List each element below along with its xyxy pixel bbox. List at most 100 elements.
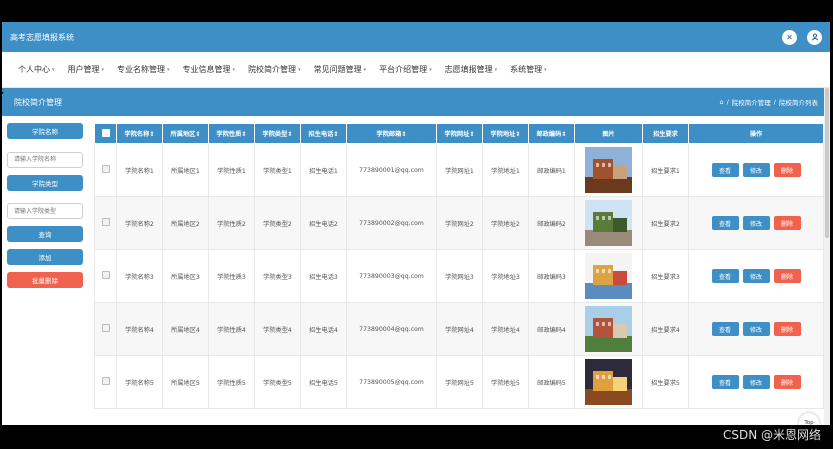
table-cell: 773890005@qq.com (346, 355, 437, 409)
table-cell: 773890004@qq.com (346, 302, 437, 356)
column-header[interactable]: 招生电话⇕ (300, 123, 347, 144)
edit-button[interactable]: 修改 (742, 322, 770, 336)
actions-cell: 查看 修改 删除 (688, 249, 824, 303)
edit-button[interactable]: 修改 (742, 375, 770, 389)
chevron-down-icon: ▾ (298, 66, 301, 73)
view-button[interactable]: 查看 (711, 269, 739, 283)
row-checkbox[interactable] (101, 271, 110, 279)
table-cell: 学院名称4 (116, 302, 163, 356)
row-select-cell[interactable] (94, 249, 117, 303)
nav-item[interactable]: 常见问题管理 ▾ (314, 64, 367, 75)
table-cell: 招生要求4 (642, 302, 689, 356)
table-cell: 招生要求1 (642, 143, 689, 197)
type-search-input[interactable] (7, 203, 83, 219)
table-cell: 学院名称3 (116, 249, 163, 303)
row-checkbox[interactable] (101, 324, 110, 332)
row-actions: 查看 修改 删除 (690, 269, 823, 283)
name-search-input[interactable] (7, 151, 83, 168)
delete-button[interactable]: 删除 (773, 375, 801, 389)
page-title: 院校简介管理 (14, 97, 62, 107)
table-cell: 学院地址1 (482, 143, 529, 197)
table-cell: 招生电话1 (300, 143, 347, 197)
app-title: 高考志愿填报系统 (10, 32, 74, 42)
nav-item[interactable]: 志愿填报管理 ▾ (445, 64, 498, 75)
table-cell: 招生电话4 (300, 302, 347, 356)
column-header[interactable]: 邮政编码⇕ (528, 123, 575, 144)
view-button[interactable]: 查看 (711, 322, 739, 336)
nav-item[interactable]: 个人中心 ▾ (18, 64, 55, 75)
column-header[interactable]: 学院类型⇕ (254, 123, 301, 144)
chevron-down-icon: ▾ (167, 66, 170, 73)
search-button[interactable]: 查询 (7, 226, 83, 242)
table-cell: 学院名称5 (116, 355, 163, 409)
delete-button[interactable]: 删除 (773, 322, 801, 336)
table-cell: 所属地区3 (162, 249, 209, 303)
table-row: 学院名称3 所属地区3 学院性质3 学院类型3 招生电话3 773890003@qq.co… (94, 249, 824, 303)
select-all-checkbox[interactable] (101, 128, 110, 137)
delete-button[interactable]: 删除 (773, 163, 801, 177)
edit-button[interactable]: 修改 (742, 269, 770, 283)
table-cell: 招生要求5 (642, 355, 689, 409)
column-header: 图片 (574, 123, 643, 144)
column-header[interactable]: 所属地区⇕ (162, 123, 209, 144)
table-cell: 学院名称1 (116, 143, 163, 197)
table-cell: 773890003@qq.com (346, 249, 437, 303)
column-header[interactable]: 学院网址⇕ (436, 123, 483, 144)
column-header: 招生要求 (642, 123, 689, 144)
edit-button[interactable]: 修改 (742, 163, 770, 177)
table-cell: 学院网址5 (436, 355, 483, 409)
scrollbar[interactable] (824, 88, 830, 425)
column-header[interactable]: 学院性质⇕ (208, 123, 255, 144)
watermark: CSDN @米恩网络 (722, 428, 821, 442)
chevron-down-icon: ▾ (544, 66, 547, 73)
table-cell: 招生电话3 (300, 249, 347, 303)
delete-button[interactable]: 删除 (773, 216, 801, 230)
app-window: 高考志愿填报系统 ✕ 个人中心 ▾ 用户管理 ▾ 专业名称管理 ▾ 专业信息管理 ▾ 院校简介管… (2, 22, 830, 425)
table-cell: 学院地址4 (482, 302, 529, 356)
table-cell: 招生要求3 (642, 249, 689, 303)
nav-item[interactable]: 系统管理 ▾ (510, 64, 547, 75)
row-actions: 查看 修改 删除 (690, 216, 823, 230)
scroll-thumb[interactable] (825, 88, 829, 238)
name-label: 学院名称 (7, 123, 83, 139)
column-header[interactable]: 学院邮箱⇕ (346, 123, 437, 144)
table-cell: 学院性质4 (208, 302, 255, 356)
table-cell: 学院网址3 (436, 249, 483, 303)
view-button[interactable]: 查看 (711, 216, 739, 230)
row-checkbox[interactable] (101, 165, 110, 173)
table-container: 学院名称⇕ 所属地区⇕ 学院性质⇕ 学院类型⇕ 招生电话⇕ 学院邮箱⇕ 学院网址⇕ 学院地址⇕… (94, 123, 824, 425)
view-button[interactable]: 查看 (711, 163, 739, 177)
user-icon[interactable] (807, 29, 822, 45)
nav-item[interactable]: 专业名称管理 ▾ (117, 64, 170, 75)
row-checkbox[interactable] (101, 377, 110, 385)
breadcrumb-item-manage[interactable]: 院校简介管理 (732, 97, 771, 107)
row-checkbox[interactable] (101, 218, 110, 226)
select-all-header[interactable] (94, 123, 117, 144)
table-cell: 所属地区1 (162, 143, 209, 197)
row-select-cell[interactable] (94, 196, 117, 250)
row-select-cell[interactable] (94, 302, 117, 356)
table-cell: 学院类型3 (254, 249, 301, 303)
delete-button[interactable]: 删除 (773, 269, 801, 283)
column-header[interactable]: 学院地址⇕ (482, 123, 529, 144)
chevron-down-icon: ▾ (363, 66, 367, 73)
table-cell: 学院类型2 (254, 196, 301, 250)
home-icon[interactable]: ⌂ (719, 98, 723, 106)
fullscreen-icon[interactable]: ✕ (782, 29, 797, 45)
row-actions: 查看 修改 删除 (690, 375, 823, 389)
row-select-cell[interactable] (94, 355, 117, 409)
nav-item[interactable]: 平台介绍管理 ▾ (379, 64, 432, 75)
edit-button[interactable]: 修改 (742, 216, 770, 230)
image-cell (574, 355, 643, 409)
view-button[interactable]: 查看 (711, 375, 739, 389)
table-cell: 邮政编码3 (528, 249, 575, 303)
add-button[interactable]: 添加 (7, 249, 83, 265)
batch-delete-button[interactable]: 批量删除 (7, 272, 83, 288)
row-select-cell[interactable] (94, 143, 117, 197)
nav-item[interactable]: 用户管理 ▾ (68, 64, 105, 75)
chevron-down-icon: ▾ (52, 66, 55, 73)
column-header[interactable]: 学院名称⇕ (116, 123, 163, 144)
nav-item[interactable]: 专业信息管理 ▾ (183, 64, 236, 75)
row-actions: 查看 修改 删除 (690, 322, 823, 336)
nav-item[interactable]: 院校简介管理 ▾ (248, 64, 301, 75)
